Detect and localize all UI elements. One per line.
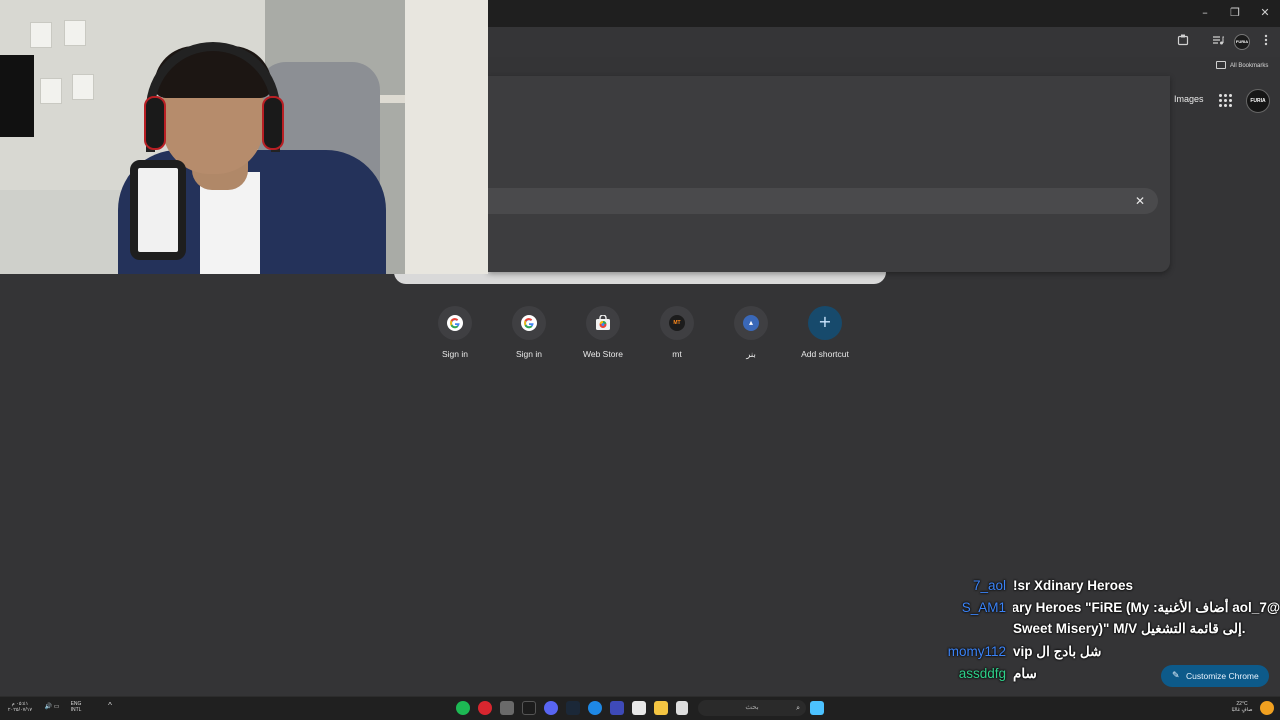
pin-icon: ▴ <box>734 306 768 340</box>
folder-icon <box>1216 61 1226 70</box>
shortcut-sign-in-2[interactable]: Sign in <box>492 306 566 359</box>
weather-icon[interactable] <box>1260 701 1274 715</box>
spotify-icon[interactable] <box>456 701 470 715</box>
add-shortcut-button[interactable]: + Add shortcut <box>788 306 862 359</box>
media-control-icon[interactable] <box>1209 34 1227 50</box>
search-icon: ⌕ <box>796 704 800 712</box>
search-input[interactable] <box>488 188 1158 214</box>
shortcut-sign-in-1[interactable]: Sign in <box>418 306 492 359</box>
customize-chrome-button[interactable]: ✎ Customize Chrome <box>1161 665 1269 687</box>
webstore-icon <box>586 306 620 340</box>
app-icon[interactable] <box>500 701 514 715</box>
app-red-icon[interactable] <box>478 701 492 715</box>
weather-description: صافٍ غالبًا <box>1231 707 1253 713</box>
shortcut-label: بنر <box>746 349 756 359</box>
all-bookmarks-label: All Bookmarks <box>1230 63 1269 69</box>
clock-date: ٢٠٢٥/٠٧/١٧ <box>7 707 33 713</box>
clear-search-icon[interactable]: ✕ <box>1132 193 1148 209</box>
more-menu-icon[interactable] <box>1257 34 1275 50</box>
clock[interactable]: ٠٥:٤١ م ٢٠٢٥/٠٧/١٧ <box>6 701 34 713</box>
shortcut-banner[interactable]: ▴ بنر <box>714 306 788 360</box>
extensions-icon[interactable] <box>1174 34 1192 50</box>
steam-icon[interactable] <box>566 701 580 715</box>
task-view-icon[interactable] <box>676 701 688 715</box>
google-apps-icon[interactable] <box>1219 94 1233 108</box>
chat-text-continued: Sweet Misery)" M/V إلى قائمة التشغيل. <box>1013 621 1246 636</box>
chat-text: !sr Xdinary Heroes <box>1013 578 1134 593</box>
chat-username: assddfg <box>958 666 1006 681</box>
taskbar-search[interactable]: بحث ⌕ <box>698 700 806 716</box>
shortcut-label: Add shortcut <box>801 349 849 359</box>
close-window-button[interactable]: ✕ <box>1250 4 1280 22</box>
app-icon[interactable] <box>610 701 624 715</box>
minimize-button[interactable]: – <box>1190 4 1220 22</box>
screen: – ❐ ✕ FURIA All Bookmarks Images FURIA ✕ <box>0 0 1280 720</box>
chat-text: @7_aol أضاف الأغنية: Xdinary Heroes "FiR… <box>1013 600 1280 615</box>
pencil-icon: ✎ <box>1172 671 1180 681</box>
chat-username: 7_aol <box>972 578 1006 593</box>
shortcut-label: Sign in <box>516 349 542 359</box>
show-hidden-icons-button[interactable]: ^ <box>104 702 116 710</box>
shortcut-label: Web Store <box>582 349 623 359</box>
tray-system-icons[interactable]: 🔊 ▭ <box>40 704 64 710</box>
file-explorer-icon[interactable] <box>654 701 668 715</box>
shortcut-mt[interactable]: MT mt <box>640 306 714 359</box>
chat-message: 7_aol !sr Xdinary Heroes <box>880 575 1280 597</box>
chat-message: S_AM1 @7_aol أضاف الأغنية: Xdinary Heroe… <box>880 597 1280 641</box>
plus-icon: + <box>808 306 842 340</box>
language-indicator[interactable]: ENG INTL <box>66 701 86 713</box>
search-dropdown-panel <box>488 76 1170 272</box>
store-icon[interactable] <box>632 701 646 715</box>
terminal-icon[interactable] <box>522 701 536 715</box>
mt-site-icon: MT <box>660 306 694 340</box>
google-icon <box>438 306 472 340</box>
all-bookmarks-button[interactable]: All Bookmarks <box>1216 60 1268 72</box>
discord-icon[interactable] <box>544 701 558 715</box>
shortcut-web-store[interactable]: Web Store <box>566 306 640 359</box>
shortcut-label: Sign in <box>442 349 468 359</box>
images-link[interactable]: Images <box>1174 94 1204 104</box>
edge-icon[interactable] <box>588 701 602 715</box>
chat-username: S_AM1 <box>961 600 1006 615</box>
webcam-overlay <box>0 0 488 274</box>
chat-message: momy112 vip شل بادج ال <box>880 641 1280 663</box>
taskbar-search-placeholder: بحث <box>745 704 759 711</box>
profile-avatar[interactable]: FURIA <box>1234 34 1250 50</box>
windows-start-icon[interactable] <box>810 701 824 715</box>
weather-widget[interactable]: 22°C صافٍ غالبًا <box>1224 701 1260 713</box>
google-account-avatar[interactable]: FURIA <box>1246 89 1270 113</box>
chat-text: vip شل بادج ال <box>1013 644 1102 659</box>
chat-username: momy112 <box>947 644 1006 659</box>
restore-button[interactable]: ❐ <box>1220 4 1250 22</box>
customize-chrome-label: Customize Chrome <box>1186 671 1259 681</box>
shortcut-label: mt <box>672 349 682 359</box>
google-icon <box>512 306 546 340</box>
